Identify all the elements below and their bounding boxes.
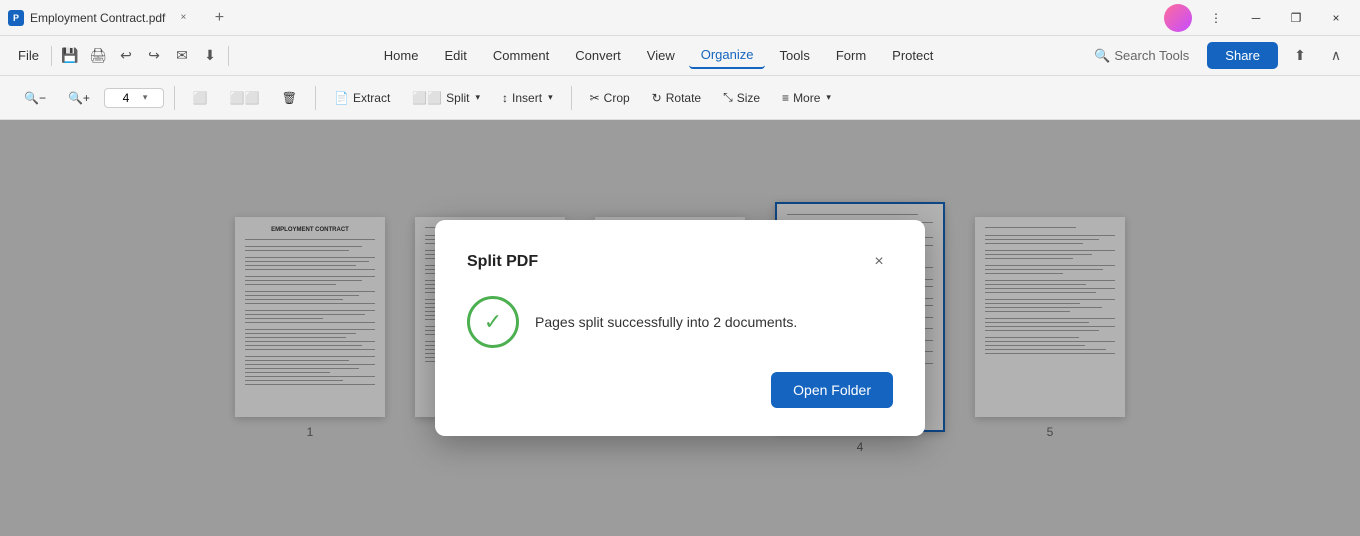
open-folder-button[interactable]: Open Folder bbox=[771, 372, 893, 408]
minimize-button[interactable]: ─ bbox=[1240, 2, 1272, 34]
page-layout-double-button[interactable]: ⬜⬜ bbox=[222, 86, 268, 110]
close-window-button[interactable]: × bbox=[1320, 2, 1352, 34]
tab-title: Employment Contract.pdf bbox=[30, 11, 165, 25]
separator3 bbox=[571, 86, 572, 110]
size-button[interactable]: ⤡ Size bbox=[715, 85, 768, 110]
download-button[interactable]: ⬇ bbox=[196, 42, 224, 70]
zoom-box[interactable]: ▾ bbox=[104, 88, 164, 108]
menu-divider2 bbox=[228, 46, 229, 66]
titlebar-left: P Employment Contract.pdf × + bbox=[8, 4, 233, 32]
rotate-icon: ↻ bbox=[652, 91, 662, 105]
menu-file[interactable]: File bbox=[10, 44, 47, 67]
dialog-header: Split PDF × bbox=[467, 248, 893, 276]
search-tools-button[interactable]: 🔍 Search Tools bbox=[1084, 43, 1199, 69]
delete-button[interactable]: 🗑 bbox=[274, 86, 305, 110]
more-icon: ≡ bbox=[782, 91, 789, 105]
more-button[interactable]: ≡ More bbox=[774, 86, 839, 110]
success-icon: ✓ bbox=[467, 296, 519, 348]
menu-divider bbox=[51, 46, 52, 66]
restore-button[interactable]: ❐ bbox=[1280, 2, 1312, 34]
tab-close-button[interactable]: × bbox=[175, 10, 191, 26]
more-options-button[interactable]: ⋮ bbox=[1200, 2, 1232, 34]
split-button[interactable]: ⬜⬜ Split bbox=[404, 86, 488, 110]
save-button[interactable]: 💾 bbox=[56, 42, 84, 70]
size-icon: ⤡ bbox=[723, 90, 733, 105]
split-icon: ⬜⬜ bbox=[412, 91, 442, 105]
separator1 bbox=[174, 86, 175, 110]
toolbar: 🔍− 🔍+ ▾ ⬜ ⬜⬜ 🗑 📄 Extract ⬜⬜ Split ↕ Inse… bbox=[0, 76, 1360, 120]
extract-icon: 📄 bbox=[334, 91, 349, 105]
titlebar-right: ⋮ ─ ❐ × bbox=[1164, 2, 1352, 34]
print-button[interactable]: 🖨 bbox=[84, 42, 112, 70]
zoom-dropdown-icon[interactable]: ▾ bbox=[143, 92, 148, 103]
new-tab-button[interactable]: + bbox=[205, 4, 233, 32]
page-layout-single-button[interactable]: ⬜ bbox=[185, 86, 216, 110]
rotate-button[interactable]: ↻ Rotate bbox=[644, 86, 709, 110]
undo-button[interactable]: ↩ bbox=[112, 42, 140, 70]
app-icon: P bbox=[8, 10, 24, 26]
delete-icon: 🗑 bbox=[282, 91, 297, 105]
menubar: File 💾 🖨 ↩ ↪ ✉ ⬇ Home Edit Comment Conve… bbox=[0, 36, 1360, 76]
menu-organize[interactable]: Organize bbox=[689, 42, 766, 69]
menu-form[interactable]: Form bbox=[824, 43, 878, 68]
crop-icon: ✂ bbox=[590, 91, 600, 105]
menu-home[interactable]: Home bbox=[372, 43, 431, 68]
email-button[interactable]: ✉ bbox=[168, 42, 196, 70]
titlebar: P Employment Contract.pdf × + ⋮ ─ ❐ × bbox=[0, 0, 1360, 36]
dialog-footer: Open Folder bbox=[467, 372, 893, 408]
zoom-out-icon: 🔍− bbox=[24, 91, 46, 105]
dialog-close-button[interactable]: × bbox=[865, 248, 893, 276]
menu-protect[interactable]: Protect bbox=[880, 43, 945, 68]
menu-tools[interactable]: Tools bbox=[767, 43, 821, 68]
extract-button[interactable]: 📄 Extract bbox=[326, 86, 398, 110]
dialog-title: Split PDF bbox=[467, 253, 538, 271]
menu-right: 🔍 Search Tools Share ⬆ ∧ bbox=[1084, 42, 1350, 70]
share-button[interactable]: Share bbox=[1207, 42, 1278, 69]
zoom-in-button[interactable]: 🔍+ bbox=[60, 86, 98, 110]
collapse-button[interactable]: ∧ bbox=[1322, 42, 1350, 70]
menu-items: Home Edit Comment Convert View Organize … bbox=[233, 42, 1084, 69]
split-pdf-dialog: Split PDF × ✓ Pages split successfully i… bbox=[435, 220, 925, 436]
redo-button[interactable]: ↪ bbox=[140, 42, 168, 70]
page-single-icon: ⬜ bbox=[193, 91, 208, 105]
dialog-overlay: Split PDF × ✓ Pages split successfully i… bbox=[0, 120, 1360, 536]
avatar[interactable] bbox=[1164, 4, 1192, 32]
dialog-message: Pages split successfully into 2 document… bbox=[535, 312, 797, 333]
zoom-input[interactable] bbox=[111, 91, 141, 105]
menu-comment[interactable]: Comment bbox=[481, 43, 561, 68]
menu-edit[interactable]: Edit bbox=[432, 43, 478, 68]
crop-button[interactable]: ✂ Crop bbox=[582, 86, 638, 110]
separator2 bbox=[315, 86, 316, 110]
insert-button[interactable]: ↕ Insert bbox=[494, 86, 561, 110]
page-double-icon: ⬜⬜ bbox=[230, 91, 260, 105]
menu-view[interactable]: View bbox=[635, 43, 687, 68]
content-area: EMPLOYMENT CONTRACT bbox=[0, 120, 1360, 536]
upload-button[interactable]: ⬆ bbox=[1286, 42, 1314, 70]
zoom-in-icon: 🔍+ bbox=[68, 91, 90, 105]
dialog-body: ✓ Pages split successfully into 2 docume… bbox=[467, 296, 893, 348]
zoom-out-button[interactable]: 🔍− bbox=[16, 86, 54, 110]
search-icon: 🔍 bbox=[1094, 48, 1110, 64]
menu-convert[interactable]: Convert bbox=[563, 43, 633, 68]
insert-icon: ↕ bbox=[502, 91, 508, 105]
